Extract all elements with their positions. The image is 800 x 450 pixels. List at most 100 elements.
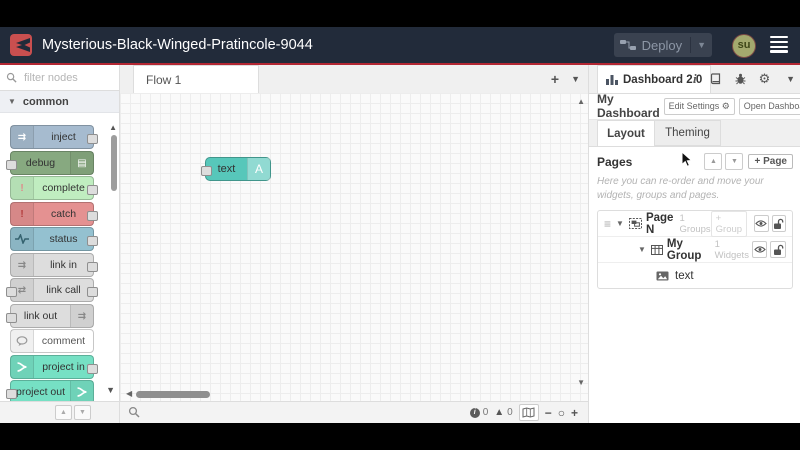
tree-row-page[interactable]: ≡ ▼ Page N 1 Groups + Group	[598, 210, 792, 237]
sidebar-more-caret-icon[interactable]: ▼	[786, 74, 795, 84]
widget-name: text	[675, 269, 694, 282]
canvas-hscrollbar-thumb[interactable]	[136, 391, 210, 398]
page-icon	[628, 218, 642, 229]
edit-settings-button[interactable]: Edit Settings ⚙	[663, 97, 735, 115]
group-visibility-button[interactable]	[751, 241, 768, 258]
node-output-port	[87, 287, 98, 297]
info-count-icon[interactable]: i	[469, 407, 480, 418]
canvas-scroll-up-icon[interactable]: ▲	[577, 97, 585, 106]
palette-node-link-in[interactable]: ⇉ link in	[10, 253, 98, 277]
palette-node-project-out[interactable]: project out	[6, 380, 94, 401]
canvas-scroll-down-icon[interactable]: ▼	[577, 378, 585, 387]
debug-tab-icon[interactable]	[735, 73, 746, 85]
flow-tab-bar: Flow 1 + ▼	[120, 65, 588, 94]
dashboard-header: My Dashboard Edit Settings ⚙ Open Dashbo…	[589, 92, 800, 120]
info-tab-icon[interactable]: i	[693, 71, 697, 87]
link-in-icon: ⇉	[11, 254, 34, 276]
move-page-down-button[interactable]: ▼	[725, 153, 744, 170]
group-icon	[650, 244, 663, 255]
palette-category-common[interactable]: ▼ common	[0, 91, 119, 113]
palette-node-comment[interactable]: comment	[10, 329, 94, 353]
search-flows-button[interactable]	[128, 406, 140, 418]
navigator-toggle-button[interactable]	[518, 404, 539, 421]
palette-scroll-down-icon[interactable]: ▼	[106, 385, 115, 395]
node-red-app: Mysterious-Black-Winged-Pratincole-9044 …	[0, 27, 800, 423]
tab-flow-1[interactable]: Flow 1	[133, 65, 259, 93]
info-count: 0	[482, 407, 489, 418]
screen: Mysterious-Black-Winged-Pratincole-9044 …	[0, 0, 800, 450]
group-name: My Group	[666, 237, 702, 262]
add-group-button[interactable]: + Group	[710, 210, 748, 237]
palette-node-catch[interactable]: ! catch	[10, 202, 98, 226]
warning-count: 0	[507, 407, 513, 418]
palette-node-debug[interactable]: debug ▤	[6, 151, 94, 175]
search-icon	[6, 72, 17, 83]
deploy-label: Deploy	[641, 37, 683, 53]
page-visibility-button[interactable]	[754, 215, 769, 232]
palette-scrollbar-thumb[interactable]	[111, 135, 117, 191]
status-bar: ▲ ▼ i 0 ▲ 0 − ○ +	[0, 401, 588, 423]
tree-row-widget[interactable]: text	[598, 263, 792, 288]
category-label: common	[22, 95, 69, 108]
flow-list-caret-icon[interactable]: ▼	[571, 74, 580, 84]
workspace: Flow 1 + ▼ text A ▲ ▼ ◀	[120, 65, 588, 401]
zoom-in-button[interactable]: +	[571, 406, 578, 420]
node-input-port	[6, 287, 17, 297]
palette-node-list: ⇉ inject debug ▤ ! complete ! catch stat…	[0, 113, 119, 401]
layout-theming-tabs: Layout Theming	[589, 120, 800, 147]
drag-handle-icon[interactable]: ≡	[604, 217, 611, 231]
move-page-up-button[interactable]: ▲	[704, 153, 723, 170]
palette-node-complete[interactable]: ! complete	[10, 176, 98, 200]
workspace-title: Mysterious-Black-Winged-Pratincole-9044	[42, 37, 313, 53]
chevron-down-icon: ▼	[8, 97, 16, 106]
canvas-node-text[interactable]: text A	[201, 157, 271, 181]
palette-collapse-all-button[interactable]: ▲	[55, 405, 72, 420]
page-count: 1 Groups	[679, 212, 711, 235]
main-menu-button[interactable]	[770, 36, 788, 55]
tab-layout[interactable]: Layout	[597, 120, 655, 146]
menu-bar-icon	[770, 50, 788, 53]
page-lock-button[interactable]	[771, 215, 787, 232]
canvas-scroll-left-icon[interactable]: ◀	[126, 389, 132, 398]
node-input-port	[6, 313, 17, 323]
debug-icon: ▤	[70, 152, 93, 174]
help-tab-icon[interactable]	[710, 73, 722, 85]
node-red-logo-icon	[10, 34, 32, 56]
palette-scroll-up-icon[interactable]: ▲	[109, 123, 117, 132]
zoom-out-button[interactable]: −	[545, 406, 552, 420]
status-icon	[11, 228, 34, 250]
node-output-port	[87, 364, 98, 374]
config-nodes-tab-icon[interactable]: ⚙	[759, 71, 771, 87]
warning-count-icon[interactable]: ▲	[494, 407, 504, 418]
footer-divider	[119, 402, 120, 423]
palette-node-link-out[interactable]: link out ⇉	[6, 304, 94, 328]
filter-nodes-input[interactable]	[22, 70, 116, 85]
add-page-button[interactable]: + Page	[748, 154, 793, 169]
palette-node-inject[interactable]: ⇉ inject	[10, 125, 98, 149]
group-lock-button[interactable]	[770, 241, 786, 258]
deploy-options-caret-icon[interactable]: ▼	[697, 40, 706, 50]
tree-row-group[interactable]: ▼ My Group 1 Widgets	[598, 237, 792, 263]
chevron-down-icon[interactable]: ▼	[638, 245, 646, 254]
text-widget-icon: A	[247, 158, 270, 180]
dashboard-name: My Dashboard	[597, 92, 660, 120]
sidebar-tab-bar: Dashboard 2.0 i ⚙ ▼	[589, 65, 800, 94]
open-dashboard-button[interactable]: Open Dashboard ↗	[738, 97, 800, 115]
flow-canvas[interactable]: text A ▲ ▼ ◀	[120, 93, 588, 401]
chevron-down-icon[interactable]: ▼	[616, 219, 624, 228]
user-avatar[interactable]: su	[732, 34, 756, 58]
sidebar-tab-label: Dashboard 2.0	[623, 73, 703, 86]
inject-icon: ⇉	[11, 126, 34, 148]
palette-node-project-in[interactable]: project in	[10, 355, 98, 379]
palette-node-status[interactable]: status	[10, 227, 98, 251]
add-flow-button[interactable]: +	[551, 71, 559, 87]
catch-icon: !	[11, 203, 34, 225]
deploy-button[interactable]: Deploy ▼	[613, 33, 712, 57]
sidebar: Dashboard 2.0 i ⚙ ▼ My Dashboard Edit Se…	[588, 65, 800, 423]
palette-search[interactable]	[0, 65, 119, 91]
menu-bar-icon	[770, 45, 788, 48]
zoom-reset-button[interactable]: ○	[558, 406, 565, 420]
palette-expand-all-button[interactable]: ▼	[74, 405, 91, 420]
tab-theming[interactable]: Theming	[655, 120, 721, 146]
palette-node-link-call[interactable]: ⇄ link call	[6, 278, 98, 302]
